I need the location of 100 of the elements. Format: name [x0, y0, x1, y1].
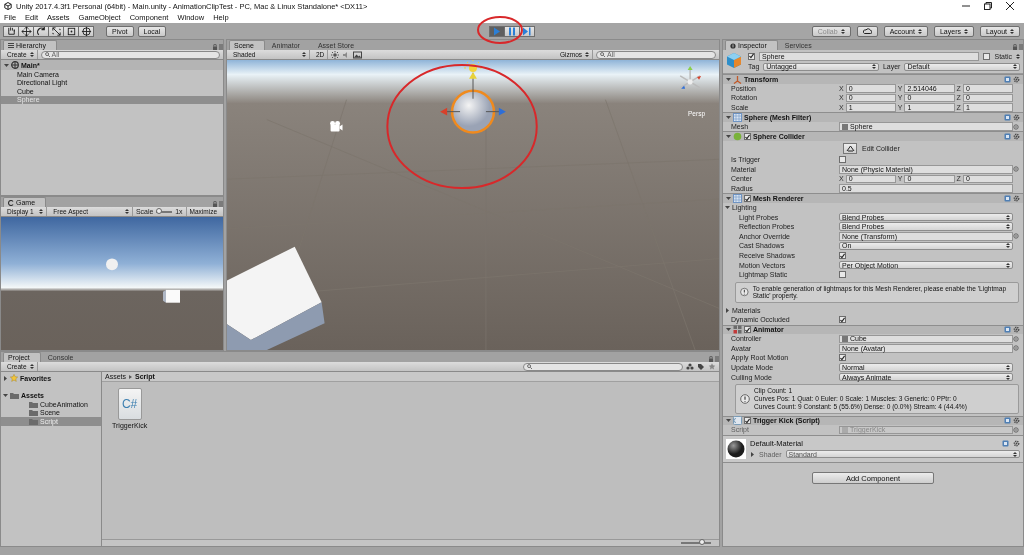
play-button[interactable] [488, 25, 505, 37]
help-book-icon[interactable] [1004, 195, 1011, 202]
star-icon[interactable] [708, 363, 716, 370]
gear-icon[interactable] [1013, 326, 1020, 334]
foldout-arrow-icon[interactable] [726, 327, 731, 333]
help-book-icon[interactable] [1002, 439, 1009, 447]
rect-icon [65, 25, 77, 37]
filter-type-icon[interactable] [686, 363, 694, 370]
dropdown-arrow-icon [1006, 224, 1010, 230]
foldout-arrow-icon[interactable] [726, 134, 731, 140]
static-arrow-icon [1016, 53, 1020, 59]
help-book-icon[interactable] [1004, 114, 1011, 122]
help-book-icon[interactable] [1004, 75, 1011, 83]
cloud-button[interactable] [856, 25, 878, 37]
orientation-gizmo-icon[interactable] [679, 65, 702, 89]
scale-slider[interactable] [156, 210, 173, 213]
object-picker-icon[interactable] [1013, 233, 1019, 240]
object-picker-icon[interactable] [1013, 123, 1019, 130]
foldout-arrow-icon[interactable] [726, 418, 731, 424]
grid-icon [733, 325, 742, 335]
sun-icon[interactable] [331, 50, 340, 59]
axes-icon [733, 74, 742, 84]
sphere [106, 258, 118, 271]
dropdown-arrow-icon [29, 52, 34, 57]
sphere[interactable] [440, 71, 506, 134]
dropdown-arrow-icon [39, 209, 44, 214]
cube-icon [726, 52, 742, 68]
image-icon[interactable] [353, 50, 363, 59]
info-icon [740, 287, 749, 298]
scale-icon [50, 25, 62, 37]
search-field[interactable] [523, 362, 683, 371]
gear-icon[interactable] [1013, 195, 1020, 202]
help-book-icon[interactable] [1004, 133, 1011, 141]
checkbox[interactable] [748, 52, 755, 60]
pause-button[interactable] [503, 25, 520, 37]
lock-icon[interactable] [1013, 44, 1023, 50]
gear-icon[interactable] [1013, 133, 1020, 141]
rotate-icon [35, 25, 47, 37]
info-icon [730, 42, 736, 49]
lock-icon[interactable] [213, 201, 223, 207]
lock-icon[interactable] [709, 356, 719, 362]
dropdown-arrow-icon [124, 209, 129, 214]
checkbox[interactable] [839, 156, 846, 164]
checkbox[interactable] [839, 316, 846, 324]
checkbox[interactable] [744, 417, 751, 425]
minimize-icon[interactable] [962, 2, 970, 10]
foldout-arrow-icon[interactable] [3, 375, 8, 381]
search-icon [44, 52, 50, 57]
checkbox[interactable] [744, 133, 751, 141]
help-book-icon[interactable] [1004, 326, 1011, 334]
pause-icon [506, 25, 517, 37]
foldout-arrow-icon[interactable] [725, 307, 730, 313]
checkbox[interactable] [744, 326, 751, 334]
object-picker-icon[interactable] [1013, 166, 1019, 173]
dropdown-arrow-icon [29, 364, 34, 369]
script-file-icon[interactable]: C# [117, 388, 142, 420]
search-icon [527, 364, 532, 369]
unity-logo-icon [4, 2, 12, 10]
dropdown-arrow-icon [1006, 243, 1010, 249]
foldout-arrow-icon[interactable] [726, 76, 731, 82]
checkbox[interactable] [983, 52, 991, 60]
transform-icon [80, 25, 92, 37]
dropdown-arrow-icon [1010, 28, 1014, 34]
foldout-arrow-icon[interactable] [750, 451, 755, 457]
help-book-icon[interactable] [1004, 417, 1011, 425]
slider-thumb[interactable] [699, 539, 705, 545]
dropdown-arrow-icon [1006, 214, 1010, 220]
slider-thumb[interactable] [155, 207, 162, 214]
foldout-arrow-icon[interactable] [4, 62, 9, 68]
sphere-icon [733, 132, 742, 142]
cube[interactable] [227, 246, 325, 350]
script-icon [733, 416, 742, 426]
close-icon[interactable] [1006, 2, 1014, 10]
dropdown-arrow-icon [917, 28, 922, 34]
restore-icon[interactable] [984, 2, 992, 10]
dropdown-arrow-icon [1013, 451, 1017, 457]
game-icon [8, 199, 14, 206]
light-icon [463, 60, 483, 72]
info-icon [740, 393, 750, 404]
foldout-arrow-icon[interactable] [726, 115, 731, 121]
dropdown-arrow-icon [1013, 64, 1017, 70]
edit-collider-button[interactable] [843, 142, 857, 154]
checkbox[interactable] [744, 195, 751, 202]
lock-icon[interactable] [213, 44, 223, 50]
gear-icon[interactable] [1013, 75, 1020, 83]
mesh-icon [733, 194, 742, 203]
step-button[interactable] [518, 25, 535, 37]
gear-icon[interactable] [1013, 439, 1020, 447]
gear-icon[interactable] [1013, 114, 1020, 122]
object-picker-icon[interactable] [1013, 427, 1019, 433]
asset-icon [842, 123, 848, 130]
gear-icon[interactable] [1013, 417, 1020, 425]
foldout-arrow-icon[interactable] [3, 393, 8, 399]
transform-tool-button[interactable] [78, 25, 94, 37]
material-preview-sphere [726, 438, 746, 459]
checkbox[interactable] [839, 354, 846, 362]
play-icon [491, 25, 502, 37]
star-icon [10, 374, 18, 383]
checkbox[interactable] [839, 271, 846, 279]
checkbox[interactable] [839, 252, 846, 259]
